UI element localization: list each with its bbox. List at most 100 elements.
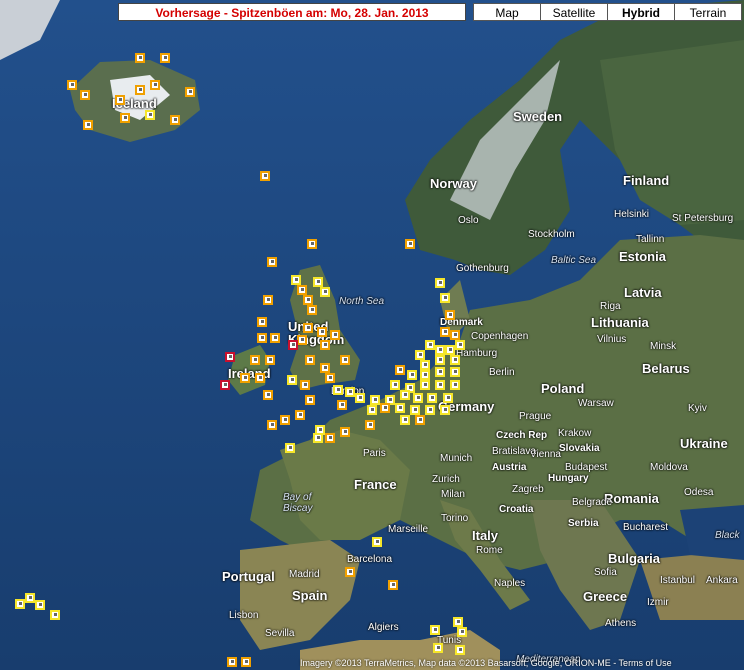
map-type-hybrid-button[interactable]: Hybrid [607, 3, 675, 21]
station-marker[interactable] [455, 340, 465, 350]
station-marker[interactable] [288, 340, 298, 350]
station-marker[interactable] [457, 627, 467, 637]
station-marker[interactable] [415, 415, 425, 425]
station-marker[interactable] [450, 380, 460, 390]
map-type-map-button[interactable]: Map [473, 3, 541, 21]
station-marker[interactable] [240, 373, 250, 383]
station-marker[interactable] [430, 625, 440, 635]
station-marker[interactable] [145, 110, 155, 120]
station-marker[interactable] [320, 363, 330, 373]
station-marker[interactable] [115, 95, 125, 105]
station-marker[interactable] [435, 355, 445, 365]
station-marker[interactable] [83, 120, 93, 130]
station-marker[interactable] [440, 405, 450, 415]
station-marker[interactable] [445, 345, 455, 355]
station-marker[interactable] [333, 385, 343, 395]
station-marker[interactable] [455, 645, 465, 655]
station-marker[interactable] [405, 239, 415, 249]
station-marker[interactable] [265, 355, 275, 365]
station-marker[interactable] [325, 433, 335, 443]
station-marker[interactable] [320, 340, 330, 350]
station-marker[interactable] [50, 610, 60, 620]
station-marker[interactable] [440, 293, 450, 303]
station-marker[interactable] [415, 350, 425, 360]
station-marker[interactable] [220, 380, 230, 390]
station-marker[interactable] [355, 393, 365, 403]
station-marker[interactable] [317, 327, 327, 337]
station-marker[interactable] [380, 403, 390, 413]
station-marker[interactable] [255, 373, 265, 383]
station-marker[interactable] [160, 53, 170, 63]
station-marker[interactable] [270, 333, 280, 343]
station-marker[interactable] [150, 80, 160, 90]
station-marker[interactable] [305, 395, 315, 405]
station-marker[interactable] [307, 239, 317, 249]
station-marker[interactable] [395, 403, 405, 413]
station-marker[interactable] [285, 443, 295, 453]
station-marker[interactable] [330, 330, 340, 340]
station-marker[interactable] [345, 387, 355, 397]
station-marker[interactable] [260, 171, 270, 181]
station-marker[interactable] [280, 415, 290, 425]
station-marker[interactable] [440, 327, 450, 337]
station-marker[interactable] [291, 275, 301, 285]
station-marker[interactable] [15, 599, 25, 609]
station-marker[interactable] [395, 365, 405, 375]
station-marker[interactable] [295, 410, 305, 420]
station-marker[interactable] [435, 367, 445, 377]
station-marker[interactable] [410, 405, 420, 415]
station-marker[interactable] [305, 355, 315, 365]
station-marker[interactable] [420, 360, 430, 370]
station-marker[interactable] [427, 393, 437, 403]
station-marker[interactable] [453, 617, 463, 627]
station-marker[interactable] [257, 317, 267, 327]
station-marker[interactable] [390, 380, 400, 390]
station-marker[interactable] [450, 355, 460, 365]
station-marker[interactable] [263, 295, 273, 305]
station-marker[interactable] [367, 405, 377, 415]
station-marker[interactable] [425, 405, 435, 415]
station-marker[interactable] [340, 427, 350, 437]
station-marker[interactable] [433, 643, 443, 653]
station-marker[interactable] [400, 415, 410, 425]
station-marker[interactable] [313, 433, 323, 443]
station-marker[interactable] [135, 53, 145, 63]
station-marker[interactable] [241, 657, 251, 667]
station-marker[interactable] [35, 600, 45, 610]
station-marker[interactable] [435, 380, 445, 390]
station-marker[interactable] [227, 657, 237, 667]
station-marker[interactable] [307, 305, 317, 315]
station-marker[interactable] [407, 370, 417, 380]
station-marker[interactable] [435, 278, 445, 288]
station-marker[interactable] [420, 380, 430, 390]
station-marker[interactable] [420, 370, 430, 380]
station-marker[interactable] [303, 323, 313, 333]
station-marker[interactable] [445, 310, 455, 320]
station-marker[interactable] [450, 330, 460, 340]
station-marker[interactable] [400, 390, 410, 400]
station-marker[interactable] [257, 333, 267, 343]
map-type-satellite-button[interactable]: Satellite [540, 3, 608, 21]
station-marker[interactable] [263, 390, 273, 400]
station-marker[interactable] [25, 593, 35, 603]
station-marker[interactable] [120, 113, 130, 123]
station-marker[interactable] [365, 420, 375, 430]
station-marker[interactable] [170, 115, 180, 125]
station-marker[interactable] [80, 90, 90, 100]
station-marker[interactable] [297, 335, 307, 345]
station-marker[interactable] [67, 80, 77, 90]
station-marker[interactable] [267, 420, 277, 430]
station-marker[interactable] [340, 355, 350, 365]
station-marker[interactable] [320, 287, 330, 297]
station-marker[interactable] [267, 257, 277, 267]
station-marker[interactable] [225, 352, 235, 362]
station-marker[interactable] [313, 277, 323, 287]
station-marker[interactable] [345, 567, 355, 577]
map-type-terrain-button[interactable]: Terrain [674, 3, 742, 21]
station-marker[interactable] [185, 87, 195, 97]
station-marker[interactable] [135, 85, 145, 95]
station-marker[interactable] [250, 355, 260, 365]
station-marker[interactable] [303, 295, 313, 305]
station-marker[interactable] [370, 395, 380, 405]
station-marker[interactable] [325, 373, 335, 383]
